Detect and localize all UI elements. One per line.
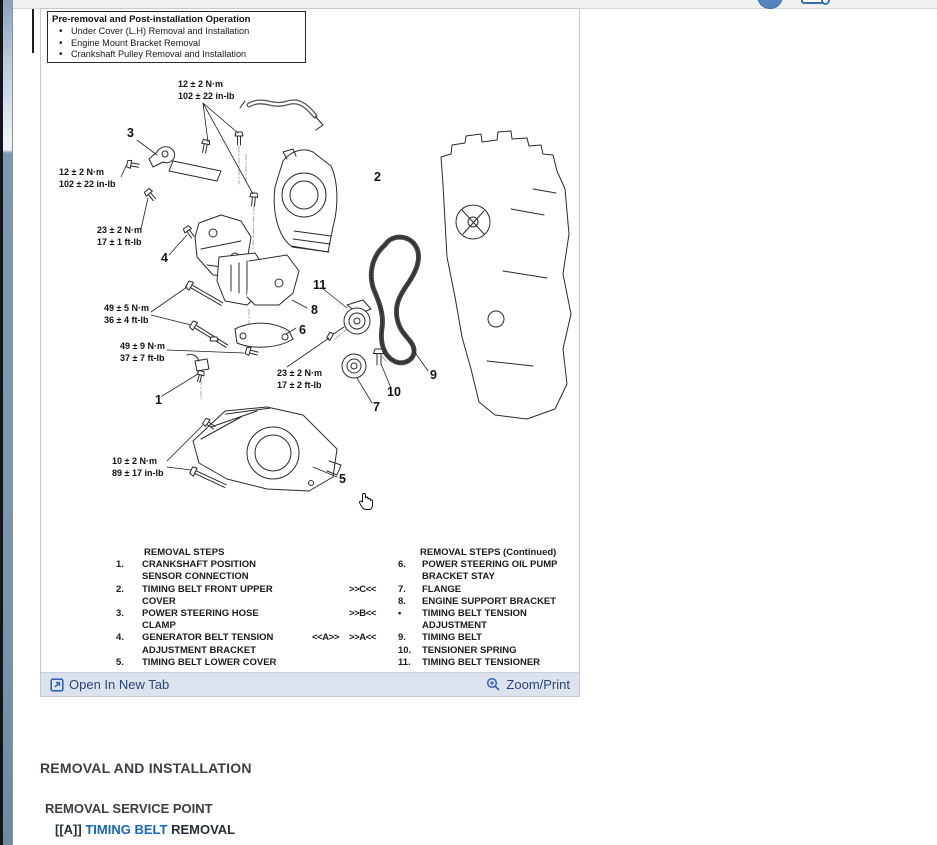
service-point-marker: <<A>> [312,632,340,644]
step-text: TIMING BELT FRONT UPPER COVER [142,583,273,607]
removal-step-row: 1. CRANKSHAFT POSITION SENSOR CONNECTION [116,559,301,583]
step-text: POWER STEERING OIL PUMP BRACKET STAY [422,559,558,583]
scan-edge-line [32,9,34,53]
open-in-new-tab-label: Open In New Tab [69,677,170,692]
timing-belt-link[interactable]: TIMING BELT [85,822,167,837]
step-number: 10. [398,644,412,656]
service-point-marker: >>B<< [349,608,377,620]
removal-step-row: 10. TENSIONER SPRING [312,645,579,657]
step-text: TIMING BELT LOWER COVER [142,656,277,668]
step-number: 5. [116,656,124,668]
zoom-in-icon [487,677,501,691]
step-number: 2. [116,583,124,595]
service-point-suffix: REMOVAL [171,822,236,837]
section-heading: REMOVAL SERVICE POINT [45,801,213,816]
step-text: GENERATOR BELT TENSION ADJUSTMENT BRACKE… [142,632,274,656]
zoom-print-label: Zoom/Print [506,677,570,692]
removal-step-row: >>C<< 7. FLANGE [312,584,579,596]
step-number: 6. [398,559,406,571]
removal-step-row: 6. POWER STEERING OIL PUMP BRACKET STAY [312,559,579,583]
manual-viewer-panel: Pre-removal and Post-installation Operat… [40,8,580,697]
step-number: 3. [116,608,124,620]
diagram-image[interactable]: Pre-removal and Post-installation Operat… [41,9,579,672]
step-number: 7. [398,583,406,595]
step-text: POWER STEERING HOSE CLAMP [142,608,259,632]
removal-step-row: >>B<< • TIMING BELT TENSION ADJUSTMENT [312,608,579,632]
removal-step-row: 2. TIMING BELT FRONT UPPER COVER [116,584,301,608]
removal-step-row: 4. GENERATOR BELT TENSION ADJUSTMENT BRAC… [116,632,301,656]
hand-cursor [359,493,374,510]
step-text: TIMING BELT TENSION ADJUSTMENT [422,608,527,632]
removal-steps-continued-header: REMOVAL STEPS (Continued) [420,547,557,558]
page: Pre-removal and Post-installation Operat… [0,0,937,845]
removal-step-row: <<A>> >>A<< 9. TIMING BELT [312,632,579,644]
step-number: 8. [398,595,406,607]
step-text: CRANKSHAFT POSITION SENSOR CONNECTION [142,559,256,583]
zoom-print-button[interactable]: Zoom/Print [486,677,570,692]
removal-steps-left-column: REMOVAL STEPS 1. CRANKSHAFT POSITION SENS… [116,547,301,669]
service-point-marker: >>A<< [349,632,377,644]
step-text: TENSIONER SPRING [422,644,517,656]
vertical-scrollbar[interactable] [3,0,13,845]
step-text: TIMING BELT TENSIONER [422,656,541,668]
step-text: FLANGE [422,583,462,595]
removal-steps-right-column: REMOVAL STEPS (Continued) 6. POWER STEERI… [312,547,579,669]
removal-step-row: 5. TIMING BELT LOWER COVER [116,657,301,669]
step-text: TIMING BELT [422,632,482,644]
step-number: • [398,608,402,620]
open-in-new-tab-icon [50,677,64,692]
removal-step-row: 3. POWER STEERING HOSE CLAMP [116,608,301,632]
removal-step-row: 8. ENGINE SUPPORT BRACKET [312,596,579,608]
step-number: 9. [398,632,406,644]
service-point-marker: >>C<< [349,583,377,595]
step-text: ENGINE SUPPORT BRACKET [422,595,557,607]
viewer-footer-bar: Open In New Tab Zoom/Print [41,672,579,696]
page-title: REMOVAL AND INSTALLATION [40,760,252,776]
step-number: 1. [116,559,124,571]
removal-step-row: 11. TIMING BELT TENSIONER [312,657,579,669]
service-point-line: [[A]] TIMING BELT REMOVAL [55,822,235,837]
open-in-new-tab-button[interactable]: Open In New Tab [50,677,169,692]
step-number: 4. [116,632,124,644]
service-point-code: [[A]] [55,822,82,837]
step-number: 11. [398,656,411,668]
removal-steps-header: REMOVAL STEPS [144,547,225,558]
